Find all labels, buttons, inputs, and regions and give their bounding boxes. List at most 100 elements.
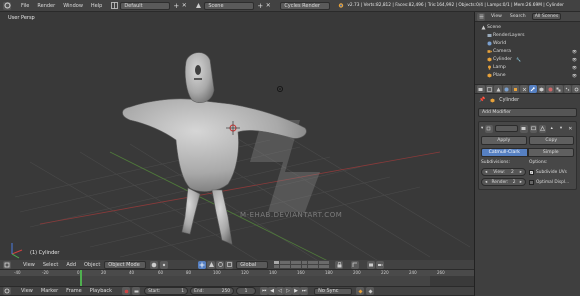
outliner-tab-search[interactable]: Search [510,14,526,19]
increment-icon[interactable]: ▸ [520,170,522,175]
outliner-item-cylinder[interactable]: Cylinder 🔧 👁 [475,55,580,63]
outliner-item-plane[interactable]: Plane 👁 [475,71,580,79]
render-engine-select[interactable]: Cycles Render [280,1,331,10]
material-tab-icon[interactable] [546,85,555,93]
timeline-menu-playback[interactable]: Playback [86,288,116,294]
texture-tab-icon[interactable] [555,85,563,93]
mode-select[interactable]: Object Mode [104,260,147,269]
add-scene-icon[interactable]: + [256,2,264,10]
move-up-icon[interactable]: ▴ [548,125,555,133]
menu-render[interactable]: Render [33,3,59,9]
menu-add[interactable]: Add [62,262,80,268]
timeline-menu-view[interactable]: View [17,288,37,294]
modifier-name-field[interactable] [494,125,519,132]
view-subdivisions-field[interactable]: ◂ View: 2 ▸ [481,168,526,176]
scale-icon[interactable] [225,260,234,269]
end-frame-field[interactable]: End: 250 [190,287,235,295]
scene-tab-icon[interactable] [494,85,503,93]
data-tab-icon[interactable] [537,85,546,93]
world-tab-icon[interactable] [503,85,511,93]
keying-set-icon[interactable] [356,287,365,295]
timeline-menu-frame[interactable]: Frame [62,288,86,294]
menu-object[interactable]: Object [80,262,104,268]
manipulator-icon[interactable] [198,260,207,269]
copy-button[interactable]: Copy [528,136,574,145]
simple-button[interactable]: Simple [527,148,574,157]
render-toggle-icon[interactable] [520,124,528,133]
pin-icon[interactable]: 📌 [479,97,485,103]
jump-start-icon[interactable]: ⏮ [260,287,269,295]
menu-view[interactable]: View [19,262,39,268]
increment-icon[interactable]: ▸ [520,180,522,185]
decrement-icon[interactable]: ◂ [485,170,487,175]
camera-view-icon[interactable] [376,260,385,269]
menu-help[interactable]: Help [87,3,106,9]
next-key-icon[interactable]: ▶ [292,287,301,295]
menu-file[interactable]: File [17,3,33,9]
translate-icon[interactable] [207,260,216,269]
scene-select[interactable]: Scene [204,1,255,10]
timeline-area[interactable]: -40 -20 0 20 40 60 80 100 120 140 160 18… [0,270,474,286]
outliner-item-lamp[interactable]: Lamp 👁 [475,63,580,71]
editor-type-icon[interactable] [3,1,11,10]
layer-buttons[interactable] [274,260,330,269]
optimal-display-checkbox[interactable]: Optimal Displ... [529,178,574,186]
start-frame-field[interactable]: Start: 1 [144,287,189,295]
move-down-icon[interactable]: ▾ [557,125,564,133]
remove-modifier-icon[interactable]: ✕ [567,125,574,133]
constraints-tab-icon[interactable] [520,85,529,93]
close-scene-icon[interactable]: ✕ [264,2,272,10]
camera-visibility-icon[interactable]: 👁 [572,49,577,54]
add-layout-icon[interactable]: + [172,2,180,10]
realtime-toggle-icon[interactable] [529,124,537,133]
view3d-editor-icon[interactable] [3,260,11,269]
snap-icon[interactable] [351,260,360,269]
transform-orientation-select[interactable]: Global [236,260,269,269]
record-icon[interactable] [122,287,131,295]
add-modifier-dropdown[interactable]: Add Modifier [478,108,577,117]
outliner-editor-icon[interactable] [477,12,485,21]
lamp-visibility-icon[interactable]: 👁 [572,65,577,70]
lock-icon[interactable] [335,260,344,269]
prev-key-icon[interactable]: ◀ [268,287,277,295]
jump-end-icon[interactable]: ⏭ [300,287,309,295]
render-tab-icon[interactable] [477,85,485,93]
current-frame-field[interactable]: 1 [236,287,257,295]
menu-select[interactable]: Select [39,262,62,268]
menu-window[interactable]: Window [59,3,87,9]
decrement-icon[interactable]: ◂ [485,180,487,185]
render-subdivisions-field[interactable]: ◂ Render: 2 ▸ [481,178,526,186]
screen-layout-select[interactable]: Default [120,1,171,10]
collapse-icon[interactable]: ▾ [481,126,483,131]
play-reverse-icon[interactable]: ◁ [276,287,285,295]
outliner-display-mode[interactable]: All Scenes [531,13,562,20]
particles-tab-icon[interactable] [563,85,572,93]
sync-mode-select[interactable]: No Sync [314,287,353,295]
catmull-clark-button[interactable]: Catmull-Clark [481,148,528,157]
outliner-item-camera[interactable]: Camera 👁 [475,47,580,55]
timeline-menu-marker[interactable]: Marker [37,288,62,294]
outliner-item-scene[interactable]: Scene [475,23,580,31]
playhead[interactable] [80,270,82,286]
keyframe-insert-icon[interactable] [366,287,375,295]
outliner-tab-view[interactable]: View [491,14,502,19]
outliner-item-renderlayers[interactable]: RenderLayers [475,31,580,39]
viewport-shading-icon[interactable] [150,260,159,269]
render-layers-tab-icon[interactable] [485,85,494,93]
plane-visibility-icon[interactable]: 👁 [572,73,577,78]
pivot-icon[interactable] [160,260,169,269]
close-layout-icon[interactable]: ✕ [180,2,188,10]
object-tab-icon[interactable] [511,85,520,93]
physics-tab-icon[interactable] [572,85,580,93]
subdivide-uvs-checkbox[interactable]: ✓ Subdivide UVs [529,168,574,176]
play-icon[interactable]: ▷ [284,287,293,295]
outliner-item-world[interactable]: World [475,39,580,47]
editmode-toggle-icon[interactable] [538,124,547,133]
preview-range-icon[interactable] [132,287,141,295]
apply-button[interactable]: Apply [481,136,527,145]
modifiers-tab-icon[interactable] [529,85,537,93]
timeline-editor-icon[interactable] [3,287,11,295]
rotate-icon[interactable] [216,260,225,269]
cylinder-visibility-icon[interactable]: 👁 [572,57,577,62]
render-preview-icon[interactable] [367,260,376,269]
